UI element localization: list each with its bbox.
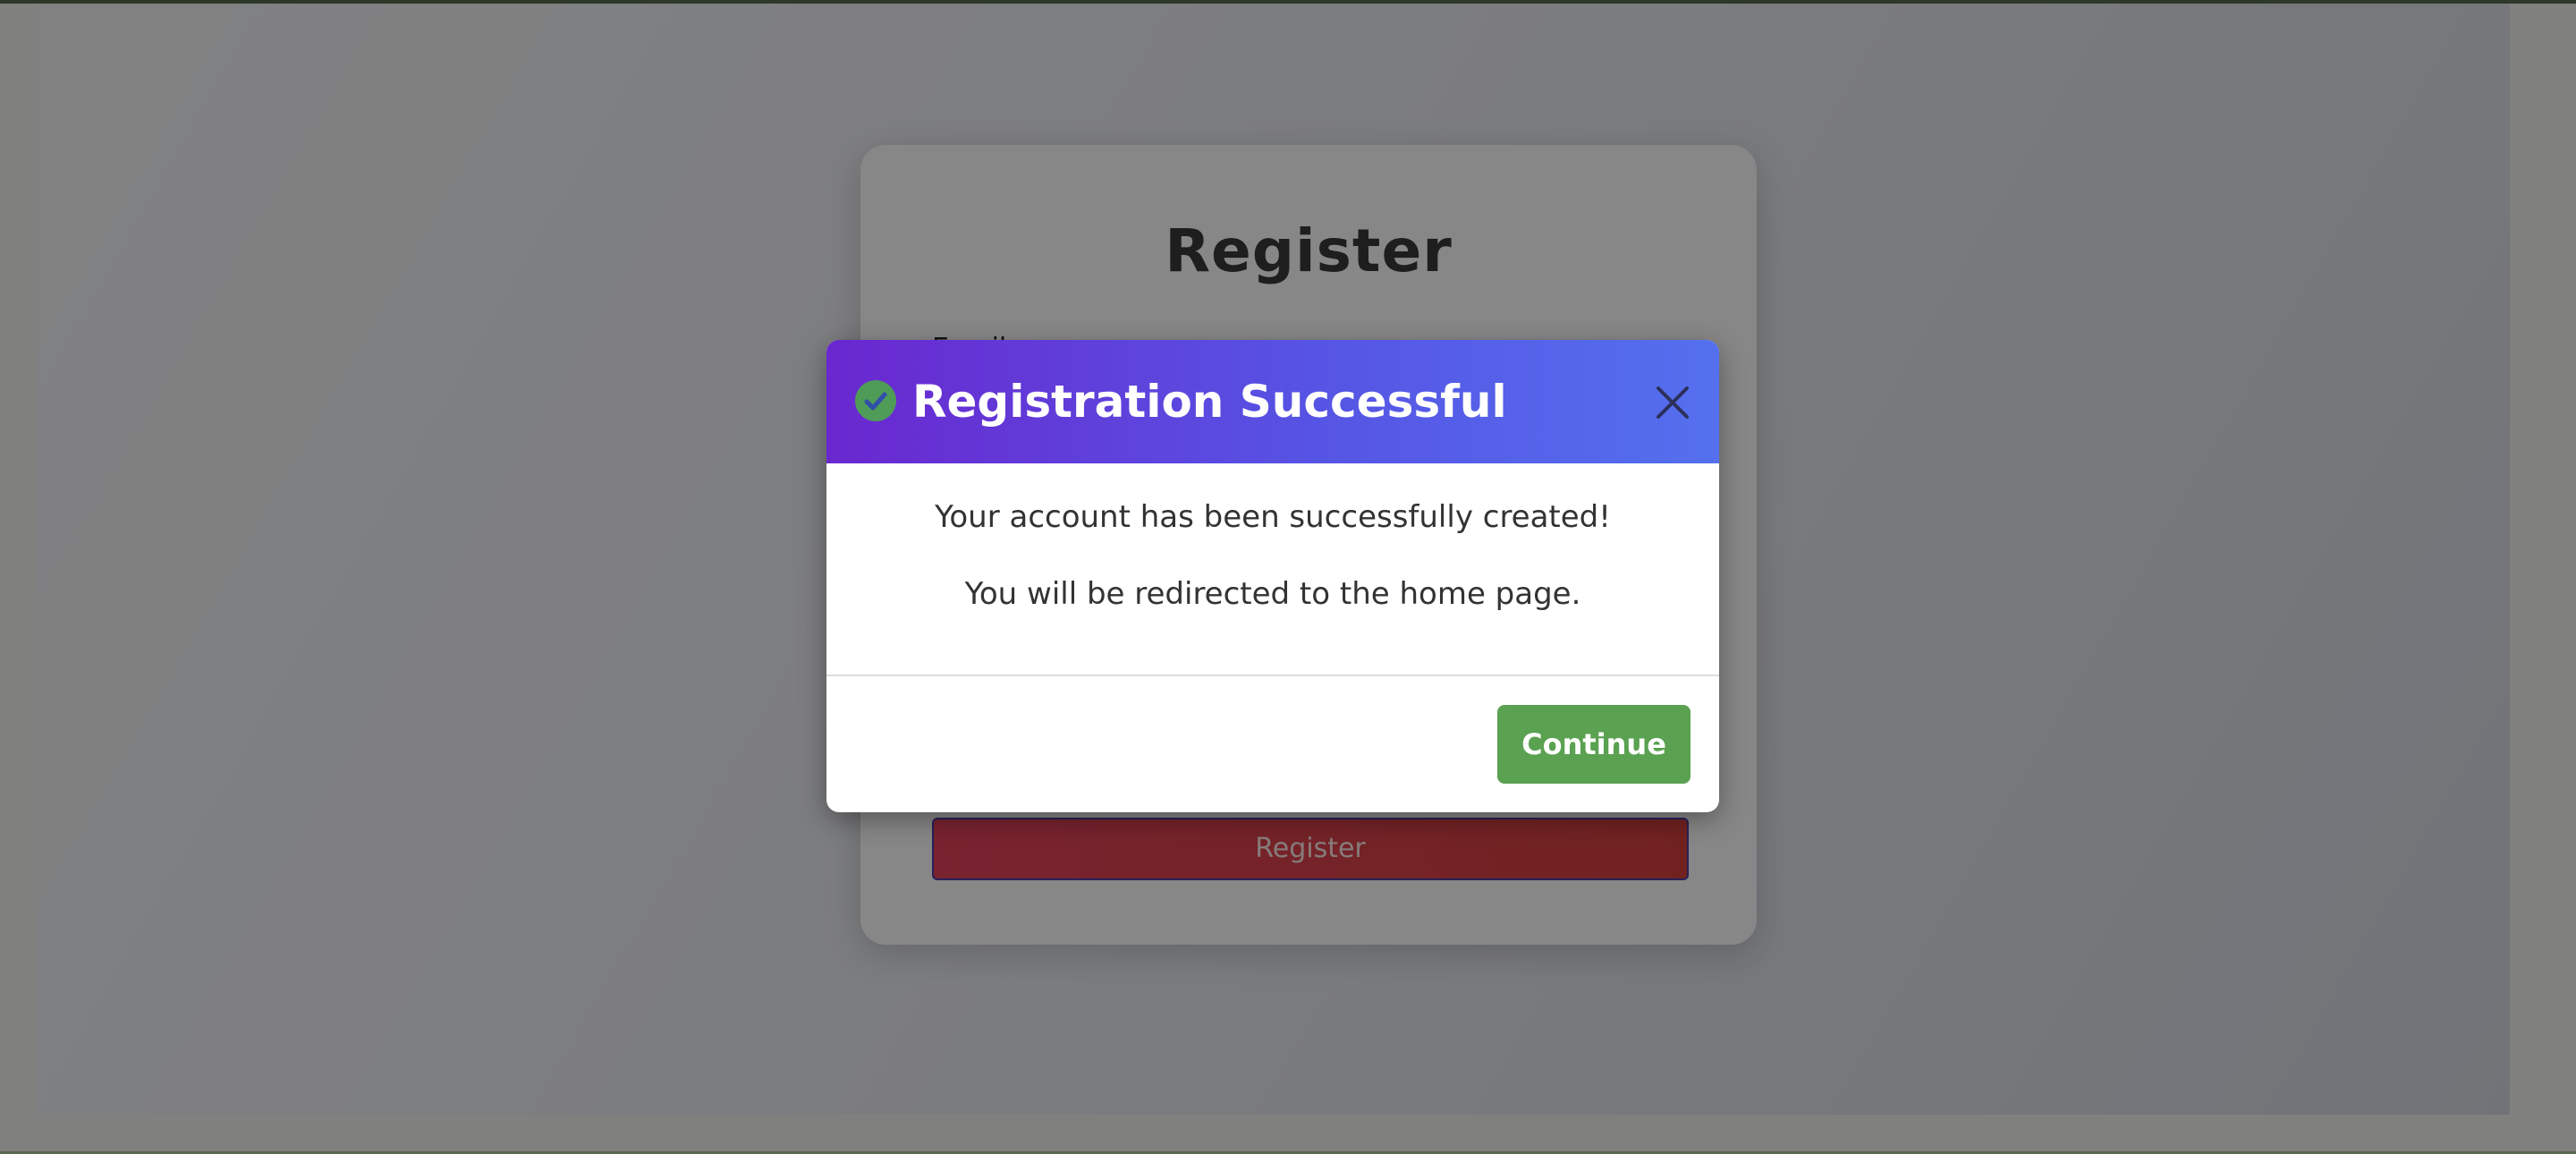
modal-header: Registration Successful — [826, 340, 1719, 463]
close-icon — [1657, 386, 1689, 419]
continue-button[interactable]: Continue — [1497, 705, 1690, 784]
success-message: Your account has been successfully creat… — [935, 499, 1611, 535]
modal-title: Registration Successful — [912, 376, 1507, 428]
close-button[interactable] — [1648, 378, 1698, 428]
redirect-message: You will be redirected to the home page. — [964, 576, 1581, 612]
modal-body: Your account has been successfully creat… — [826, 463, 1719, 676]
check-circle-icon — [855, 380, 896, 421]
success-modal: Registration Successful Your account has… — [826, 340, 1719, 812]
